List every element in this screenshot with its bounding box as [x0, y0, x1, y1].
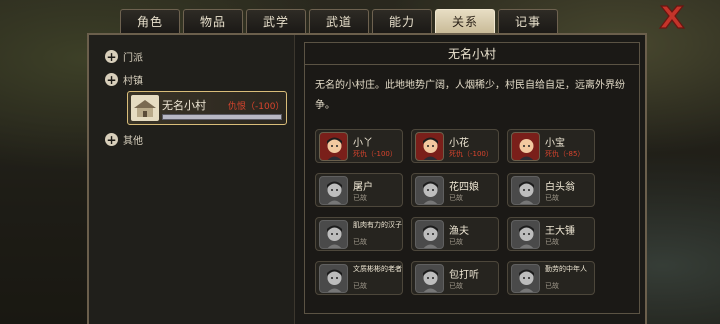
npc-card[interactable]: 白头翁 已故	[507, 173, 595, 207]
npc-card[interactable]: 包打听 已故	[411, 261, 499, 295]
tree-group-label: 门派	[123, 53, 143, 64]
tree-group-label: 村镇	[123, 76, 143, 87]
tree-group-label: 其他	[123, 136, 143, 147]
village-house-icon	[131, 95, 159, 121]
npc-portrait	[511, 264, 540, 293]
npc-name: 包打听	[449, 270, 479, 281]
npc-name: 屠户	[353, 182, 373, 193]
faction-tree: + 门派 + 村镇 无名小村 仇恨（-100） + 其他	[89, 35, 295, 324]
tab-martial-skills[interactable]: 武学	[246, 9, 306, 33]
tree-group-villages[interactable]: + 村镇	[105, 72, 143, 87]
npc-status: 已故	[449, 238, 463, 246]
npc-card[interactable]: 屠户 已故	[315, 173, 403, 207]
npc-card[interactable]: 勤劳的中年人 已故	[507, 261, 595, 295]
expand-plus-icon: +	[105, 132, 118, 147]
tab-items[interactable]: 物品	[183, 9, 243, 33]
npc-status: 已故	[449, 282, 463, 290]
expand-plus-icon: +	[105, 49, 118, 64]
village-item-selected[interactable]: 无名小村 仇恨（-100）	[127, 91, 287, 125]
npc-card[interactable]: 文质彬彬的老者 已故	[315, 261, 403, 295]
npc-portrait	[319, 132, 348, 161]
close-x-icon	[658, 5, 686, 29]
tab-martial-way[interactable]: 武道	[309, 9, 369, 33]
npc-status: 已故	[353, 194, 367, 202]
village-description: 无名的小村庄。此地地势广阔，人烟稀少，村民自给自足，远离外界纷争。	[315, 80, 625, 111]
npc-portrait	[319, 220, 348, 249]
npc-card[interactable]: 小丫 死仇（-100）	[315, 129, 403, 163]
npc-name: 小花	[449, 138, 469, 149]
npc-portrait	[415, 176, 444, 205]
npc-grid: 小丫 死仇（-100） 小花 死仇（-100） 小宝 死仇（-85） 屠户 已故 花四娘 已故 白头…	[315, 129, 595, 295]
village-name: 无名小村	[162, 99, 206, 112]
npc-card[interactable]: 小花 死仇（-100）	[411, 129, 499, 163]
npc-name: 勤劳的中年人	[545, 265, 587, 273]
npc-portrait	[319, 264, 348, 293]
npc-card[interactable]: 小宝 死仇（-85）	[507, 129, 595, 163]
npc-status: 死仇（-100）	[353, 150, 397, 158]
npc-status: 已故	[545, 238, 559, 246]
tree-group-sects[interactable]: + 门派	[105, 49, 143, 64]
npc-portrait	[511, 132, 540, 161]
tab-bar: 角色 物品 武学 武道 能力 关系 记事	[120, 9, 558, 33]
close-button[interactable]	[656, 2, 688, 32]
npc-portrait	[319, 176, 348, 205]
npc-status: 已故	[449, 194, 463, 202]
npc-card[interactable]: 渔夫 已故	[411, 217, 499, 251]
npc-name: 小丫	[353, 138, 373, 149]
tab-character[interactable]: 角色	[120, 9, 180, 33]
npc-status: 死仇（-100）	[449, 150, 493, 158]
npc-name: 花四娘	[449, 182, 479, 193]
village-detail-panel: 无名小村 无名的小村庄。此地地势广阔，人烟稀少，村民自给自足，远离外界纷争。 小…	[304, 42, 640, 314]
npc-name: 王大锤	[545, 226, 575, 237]
npc-status: 死仇（-85）	[545, 150, 585, 158]
npc-card[interactable]: 肌肉有力的汉子 已故	[315, 217, 403, 251]
npc-status: 已故	[353, 238, 367, 246]
npc-portrait	[511, 220, 540, 249]
panel-title: 无名小村	[305, 43, 639, 65]
npc-name: 肌肉有力的汉子	[353, 221, 402, 229]
npc-portrait	[415, 220, 444, 249]
npc-portrait	[415, 132, 444, 161]
expand-plus-icon: +	[105, 72, 118, 87]
tab-abilities[interactable]: 能力	[372, 9, 432, 33]
npc-name: 小宝	[545, 138, 565, 149]
tab-relations[interactable]: 关系	[435, 9, 495, 33]
npc-status: 已故	[545, 282, 559, 290]
npc-card[interactable]: 花四娘 已故	[411, 173, 499, 207]
npc-name: 渔夫	[449, 226, 469, 237]
village-relation: 仇恨（-100）	[228, 102, 285, 112]
relations-window: + 门派 + 村镇 无名小村 仇恨（-100） + 其他 无名小村 无名的小村庄…	[87, 33, 647, 324]
npc-card[interactable]: 王大锤 已故	[507, 217, 595, 251]
npc-portrait	[511, 176, 540, 205]
npc-name: 白头翁	[545, 182, 575, 193]
npc-name: 文质彬彬的老者	[353, 265, 402, 273]
npc-status: 已故	[353, 282, 367, 290]
relation-bar	[162, 114, 282, 120]
npc-portrait	[415, 264, 444, 293]
tree-group-others[interactable]: + 其他	[105, 132, 143, 147]
npc-status: 已故	[545, 194, 559, 202]
tab-journal[interactable]: 记事	[498, 9, 558, 33]
